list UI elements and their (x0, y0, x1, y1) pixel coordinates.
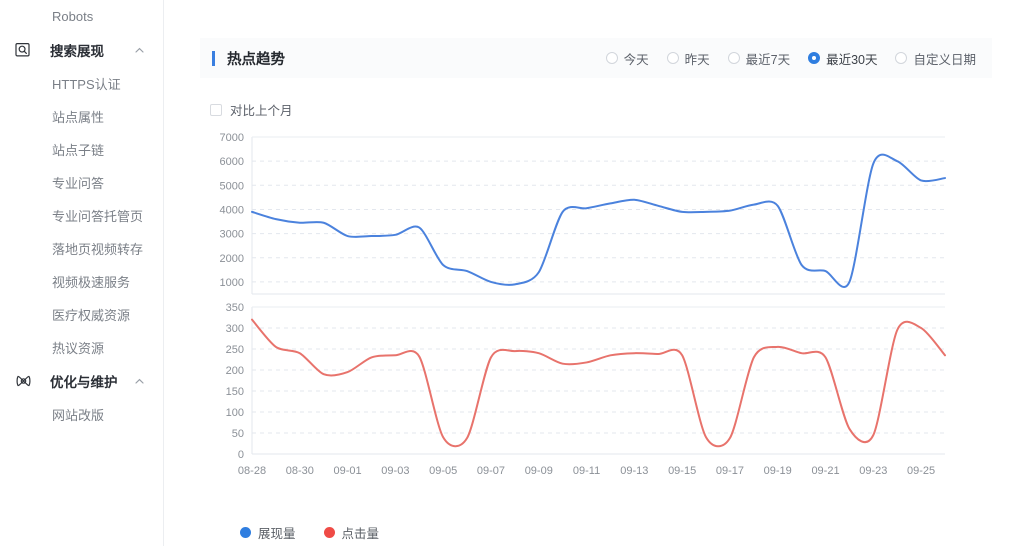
x-axis-tick-label: 09-23 (859, 465, 887, 477)
date-range-option-0[interactable]: 今天 (605, 49, 649, 68)
card-header: 热点趋势 今天 昨天 最近7天 最近30天 自定义日期 (200, 38, 992, 78)
sidebar-item-9[interactable]: 医疗权威资源 (0, 298, 163, 331)
trend-chart: 1000 2000 3000 4000 5000 6000 7000 0 50 100 150 200… (200, 129, 960, 529)
compare-label: 对比上个月 (230, 104, 293, 118)
date-range-label: 最近7天 (745, 52, 791, 67)
date-range-option-4[interactable]: 自定义日期 (895, 49, 976, 68)
chevron-up-icon[interactable] (133, 44, 145, 56)
y-axis-tick-label: 7000 (220, 132, 244, 144)
x-axis-tick-label: 09-25 (907, 465, 935, 477)
y-axis-tick-label: 5000 (220, 180, 244, 192)
y-axis-tick-label: 0 (238, 449, 244, 461)
x-axis-tick-label: 09-19 (764, 465, 792, 477)
date-range-label: 最近30天 (826, 52, 878, 67)
radio-dot-icon[interactable] (895, 52, 908, 64)
atom-icon (14, 372, 32, 390)
x-axis-tick-label: 09-09 (525, 465, 553, 477)
sidebar: Robots 搜索展现 HTTPS认证 站点属性 站点子链 专业问答 专业问答托管页 落地页视… (0, 0, 164, 546)
page-title: 热点趋势 (227, 51, 285, 68)
sidebar-item-5[interactable]: 专业问答 (0, 166, 163, 199)
date-range-label: 自定义日期 (913, 52, 976, 67)
y-axis-tick-label: 350 (226, 302, 244, 314)
x-axis-tick-label: 09-17 (716, 465, 744, 477)
y-axis-tick-label: 200 (226, 365, 244, 377)
y-axis-tick-label: 300 (226, 323, 244, 335)
sidebar-group-label: 搜索展现 (50, 44, 104, 59)
x-axis-tick-label: 09-13 (620, 465, 648, 477)
y-axis-tick-label: 4000 (220, 204, 244, 216)
date-range-option-1[interactable]: 昨天 (666, 49, 710, 68)
radio-dot-icon[interactable] (727, 52, 740, 64)
x-axis-tick-label: 08-28 (238, 465, 266, 477)
series-line-展现量 (251, 153, 946, 288)
sidebar-item-0[interactable]: Robots (0, 0, 163, 33)
y-axis-tick-label: 150 (226, 386, 244, 398)
sidebar-group-1[interactable]: 搜索展现 (0, 33, 163, 67)
sidebar-item-2[interactable]: HTTPS认证 (0, 67, 163, 100)
search-box-icon (14, 41, 32, 59)
x-axis-tick-label: 09-01 (334, 465, 362, 477)
sidebar-item-10[interactable]: 热议资源 (0, 331, 163, 364)
radio-dot-icon[interactable] (605, 52, 618, 64)
y-axis-tick-label: 100 (226, 407, 244, 419)
radio-dot-icon[interactable] (808, 52, 821, 64)
chevron-up-icon[interactable] (133, 375, 145, 387)
sidebar-item-8[interactable]: 视频极速服务 (0, 265, 163, 298)
x-axis-tick-label: 09-05 (429, 465, 457, 477)
y-axis-tick-label: 1000 (220, 277, 244, 289)
sidebar-item-3[interactable]: 站点属性 (0, 100, 163, 133)
x-axis-tick-label: 09-03 (381, 465, 409, 477)
app-root: Robots 搜索展现 HTTPS认证 站点属性 站点子链 专业问答 专业问答托管页 落地页视… (0, 0, 1024, 546)
y-axis-tick-label: 6000 (220, 156, 244, 168)
y-axis-tick-label: 2000 (220, 253, 244, 265)
sidebar-item-12[interactable]: 网站改版 (0, 398, 163, 431)
x-axis-tick-label: 09-11 (573, 465, 600, 477)
title-accent-bar (212, 50, 215, 66)
sidebar-item-6[interactable]: 专业问答托管页 (0, 199, 163, 232)
date-range-option-2[interactable]: 最近7天 (727, 49, 791, 68)
x-axis-tick-label: 09-21 (811, 465, 839, 477)
hot-trend-card: 热点趋势 今天 昨天 最近7天 最近30天 自定义日期 对比上个月 1000 2000 30… (200, 38, 992, 542)
trend-chart-svg: 1000 2000 3000 4000 5000 6000 7000 0 50 100 150 200… (220, 132, 946, 477)
y-axis-tick-label: 50 (232, 428, 244, 440)
y-axis-tick-label: 250 (226, 344, 244, 356)
date-range-label: 今天 (623, 52, 649, 67)
x-axis-tick-label: 08-30 (286, 465, 314, 477)
sidebar-item-7[interactable]: 落地页视频转存 (0, 232, 163, 265)
date-range-label: 昨天 (684, 52, 710, 67)
series-line-点击量 (251, 318, 946, 448)
sidebar-group-label: 优化与维护 (50, 375, 118, 390)
compare-last-month-checkbox[interactable]: 对比上个月 (210, 100, 992, 119)
sidebar-group-11[interactable]: 优化与维护 (0, 364, 163, 398)
sidebar-item-4[interactable]: 站点子链 (0, 133, 163, 166)
checkbox-box[interactable] (210, 103, 222, 116)
radio-dot-icon[interactable] (666, 52, 679, 64)
y-axis-tick-label: 3000 (220, 229, 244, 241)
x-axis-tick-label: 09-15 (668, 465, 696, 477)
main-content: 热点趋势 今天 昨天 最近7天 最近30天 自定义日期 对比上个月 1000 2000 30… (164, 0, 1024, 546)
date-range-radio-group: 今天 昨天 最近7天 最近30天 自定义日期 (605, 49, 976, 68)
date-range-option-3[interactable]: 最近30天 (808, 49, 877, 68)
x-axis-tick-label: 09-07 (477, 465, 505, 477)
